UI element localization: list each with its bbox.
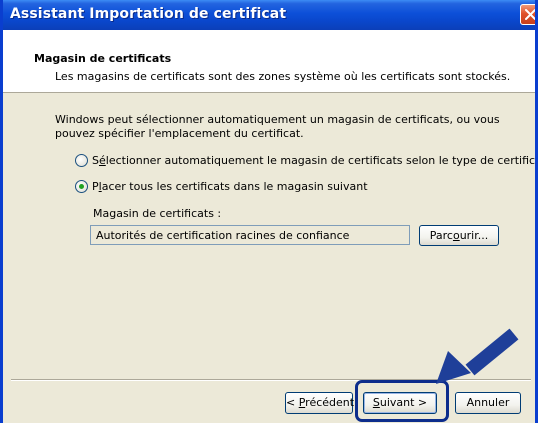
close-button[interactable]: [520, 4, 535, 25]
radio-place-all-label: Placer tous les certificats dans le maga…: [92, 180, 368, 193]
radio-button-place-all[interactable]: [75, 180, 88, 193]
browse-button[interactable]: Parcourir...: [419, 225, 499, 246]
radio-button-auto[interactable]: [75, 154, 88, 167]
radio-auto-select[interactable]: Sélectionner automatiquement le magasin …: [75, 154, 538, 167]
window-title: Assistant Importation de certificat: [10, 6, 287, 22]
store-field-label: Magasin de certificats :: [93, 207, 222, 220]
title-bar[interactable]: Assistant Importation de certificat: [3, 0, 535, 30]
certificate-import-wizard-window: Assistant Importation de certificat Maga…: [0, 0, 538, 423]
page-title: Magasin de certificats: [34, 52, 172, 65]
cancel-button[interactable]: Annuler: [455, 392, 521, 414]
close-icon: [525, 9, 535, 20]
footer-separator: [11, 379, 531, 381]
next-button-highlight: [355, 380, 449, 422]
back-button[interactable]: < Précédent: [285, 392, 354, 414]
page-subtitle: Les magasins de certificats sont des zon…: [55, 70, 511, 83]
store-field: Autorités de certification racines de co…: [90, 225, 410, 245]
wizard-header: Magasin de certificats Les magasins de c…: [3, 30, 535, 93]
radio-auto-label: Sélectionner automatiquement le magasin …: [92, 154, 538, 167]
description-text: Windows peut sélectionner automatiquemen…: [55, 113, 500, 140]
radio-place-all[interactable]: Placer tous les certificats dans le maga…: [75, 180, 368, 193]
